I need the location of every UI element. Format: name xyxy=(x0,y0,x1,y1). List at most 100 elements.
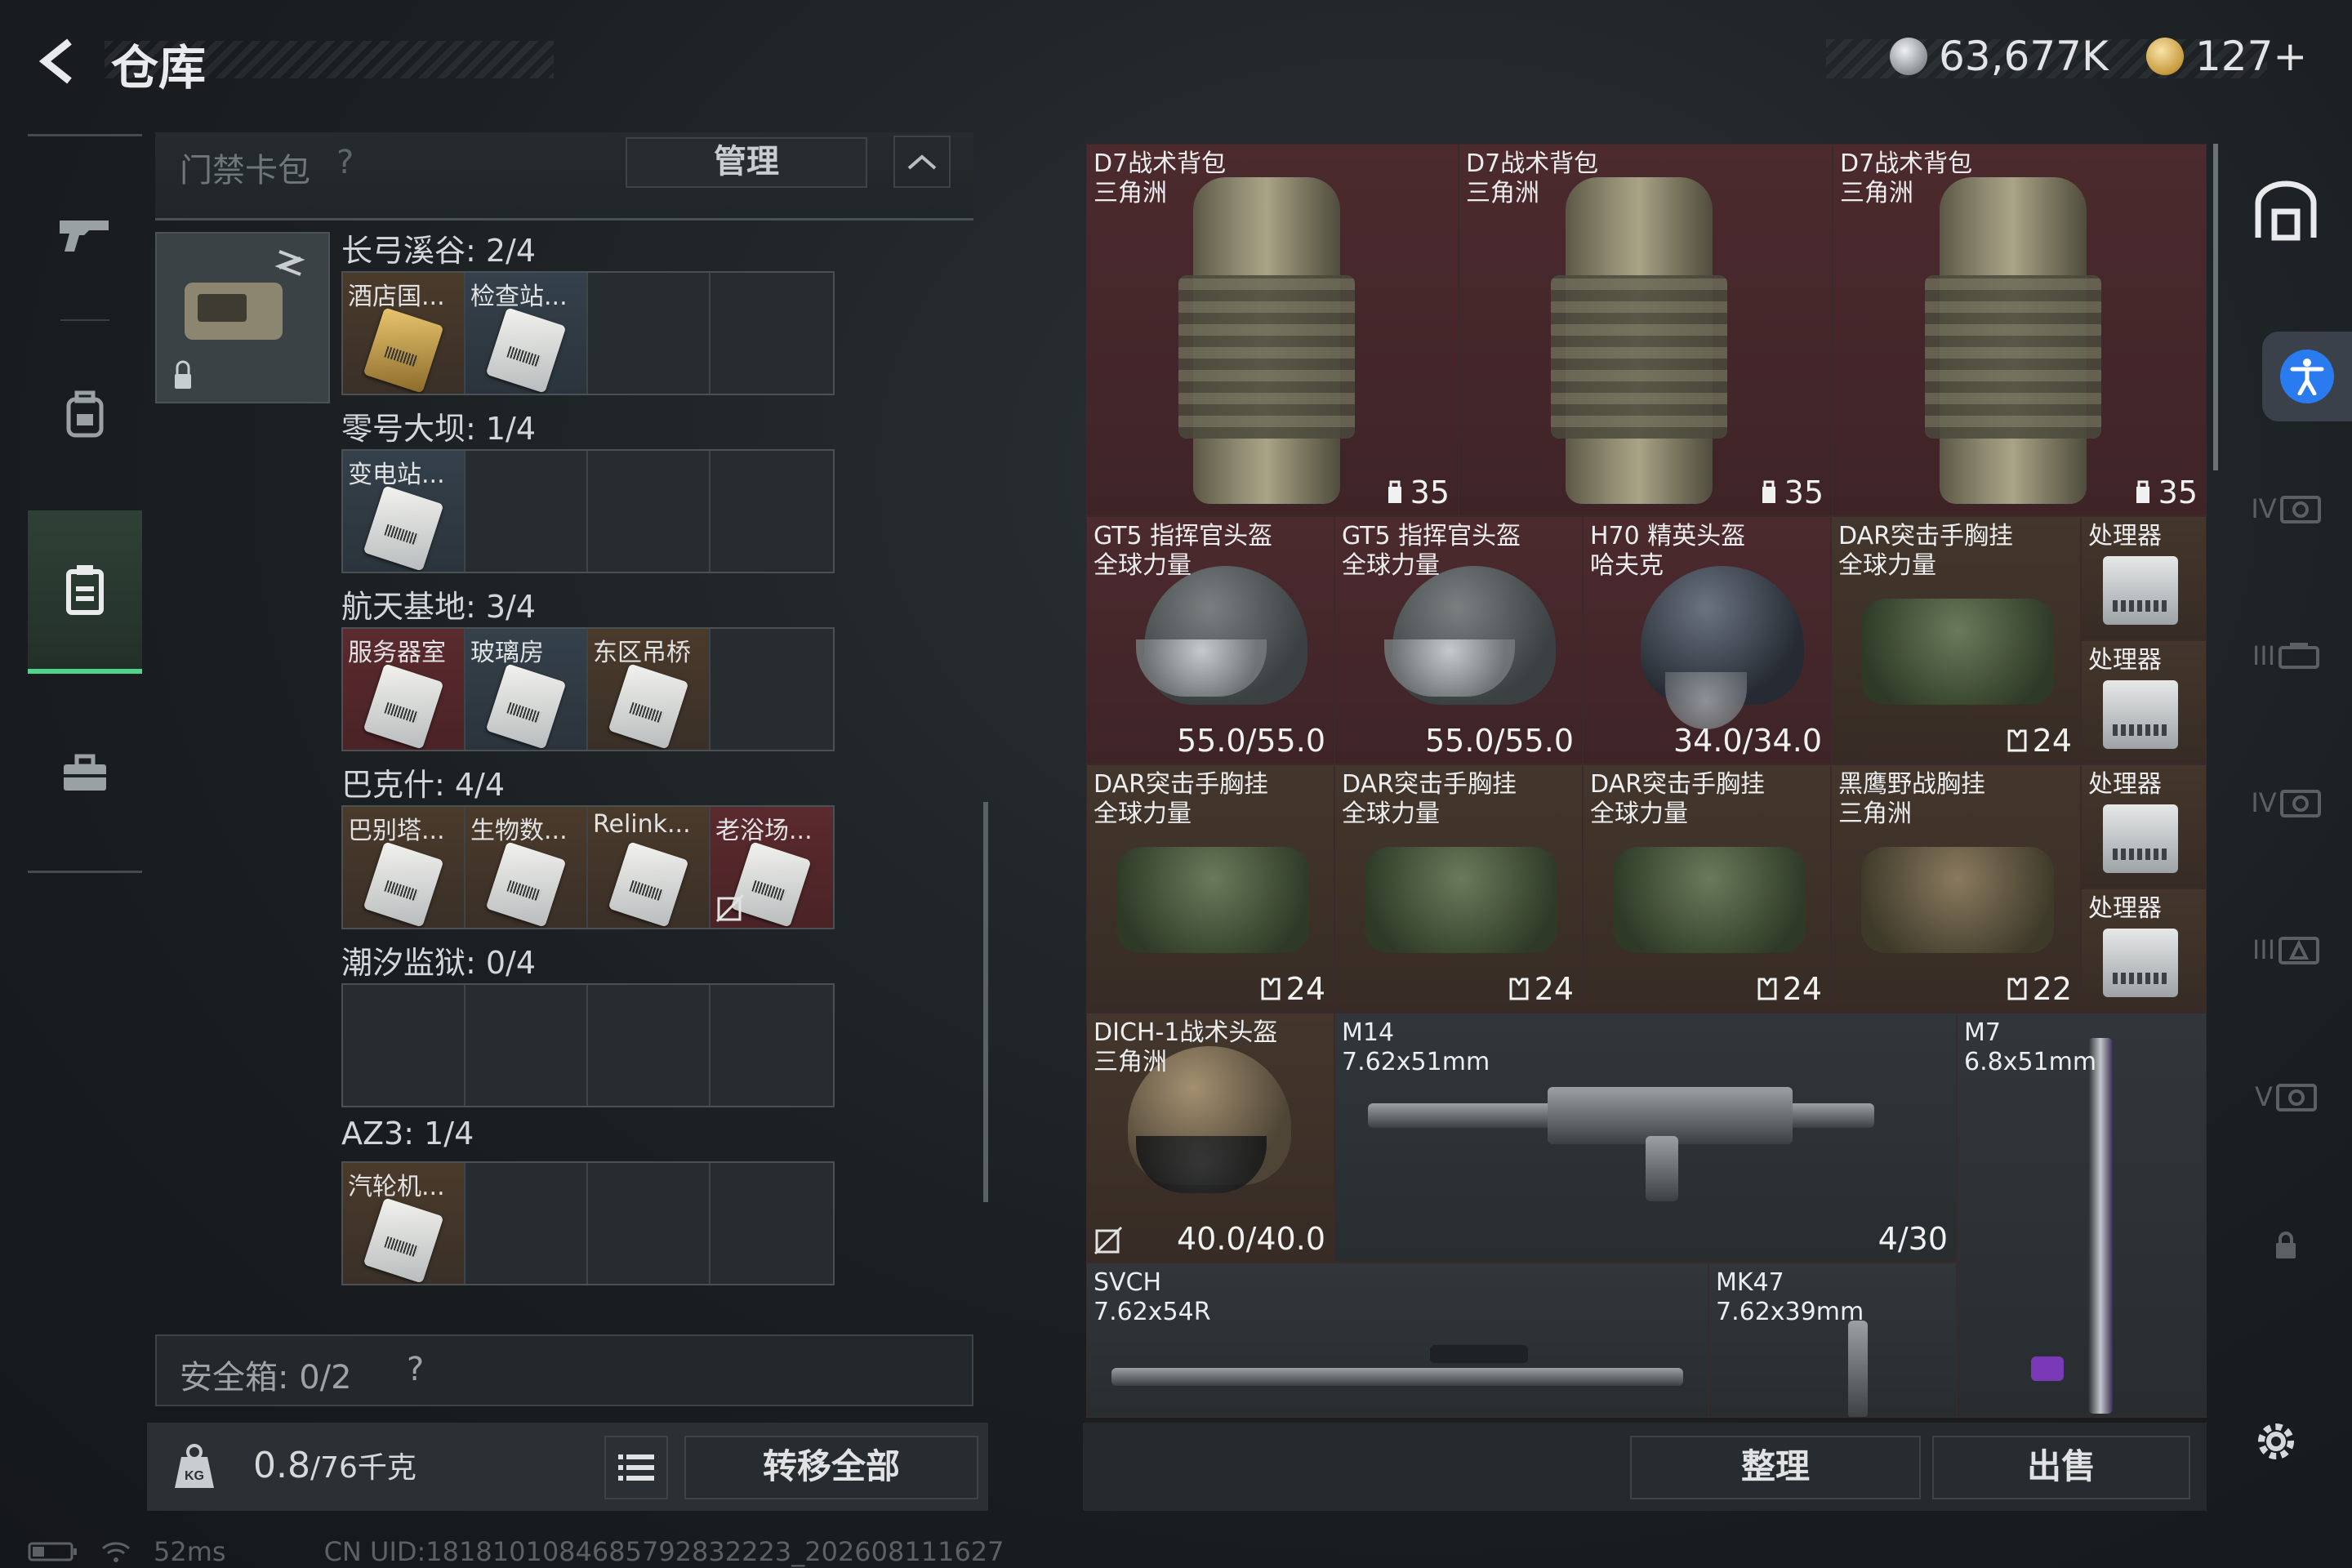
keycard-slot[interactable]: 巴别塔... xyxy=(343,807,466,928)
back-button[interactable] xyxy=(29,33,87,90)
item-helmet[interactable]: H70 精英头盔 哈夫克 34.0/34.0 xyxy=(1583,516,1831,764)
manage-button[interactable]: 管理 xyxy=(626,137,867,188)
card-bag-help-icon[interactable]: ? xyxy=(336,144,354,181)
keycard-slot[interactable]: 老浴场... xyxy=(710,807,833,928)
keycard-slot[interactable]: 生物数... xyxy=(466,807,588,928)
keycard-slot[interactable]: 汽轮机... xyxy=(343,1163,466,1284)
item-helmet[interactable]: GT5 指挥官头盔 全球力量 55.0/55.0 xyxy=(1086,516,1334,764)
safe-box-help-icon[interactable]: ? xyxy=(407,1351,424,1388)
item-capacity: 24 xyxy=(1508,971,1574,1007)
transfer-all-button[interactable]: 转移全部 xyxy=(684,1436,978,1499)
wifi-icon xyxy=(102,1542,130,1562)
keycard-slot[interactable]: 玻璃房 xyxy=(466,629,588,750)
vest-art xyxy=(1613,847,1806,953)
keycard-slot[interactable]: 变电站... xyxy=(343,451,466,572)
item-backpack[interactable]: D7战术背包 三角洲 35 xyxy=(1459,144,1833,516)
accessibility-button[interactable] xyxy=(2262,332,2352,421)
item-processor[interactable]: 处理器 xyxy=(2081,640,2207,764)
item-name: MK47 7.62x39mm xyxy=(1716,1268,1864,1326)
processor-art xyxy=(2103,929,2178,997)
tab-container-tier[interactable]: IV xyxy=(2241,758,2331,848)
keycard-image xyxy=(363,1197,444,1284)
item-processor[interactable]: 处理器 xyxy=(2081,889,2207,1013)
item-vest[interactable]: 黑鹰野战胸挂 三角洲 22 xyxy=(1831,764,2081,1013)
item-weapon[interactable]: MK47 7.62x39mm xyxy=(1708,1263,1957,1418)
keycard-slot-empty[interactable] xyxy=(588,1163,710,1284)
ping-text: 52ms xyxy=(154,1536,226,1567)
tab-container-tier[interactable]: III xyxy=(2241,905,2331,995)
nav-keycards[interactable] xyxy=(28,510,142,674)
item-capacity: 35 xyxy=(2132,474,2198,510)
keycard-slot[interactable]: 服务器室 xyxy=(343,629,466,750)
keycard-slot-empty[interactable] xyxy=(588,273,710,394)
nav-gear[interactable] xyxy=(28,332,142,496)
collapse-button[interactable] xyxy=(893,136,951,188)
keycard-slot-empty[interactable] xyxy=(710,985,833,1106)
tab-stash[interactable] xyxy=(2241,167,2331,256)
weight-bar: KG 0.8/76千克 转移全部 xyxy=(147,1423,988,1511)
keycard-slot-empty[interactable] xyxy=(710,273,833,394)
keycard-slot-empty[interactable] xyxy=(710,629,833,750)
keycard-slot-empty[interactable] xyxy=(710,1163,833,1284)
item-processor[interactable]: 处理器 xyxy=(2081,516,2207,640)
keycard-slot-empty[interactable] xyxy=(710,451,833,572)
rifle-barrel-art xyxy=(1111,1368,1683,1386)
keycard-scrollbar[interactable] xyxy=(983,802,988,1202)
item-vest[interactable]: DAR突击手胸挂 全球力量 24 xyxy=(1086,764,1334,1013)
tab-container-tier[interactable]: III xyxy=(2241,611,2331,701)
item-name: H70 精英头盔 哈夫克 xyxy=(1590,522,1746,580)
keycard-slot[interactable]: 酒店国... xyxy=(343,273,466,394)
keycard-slot[interactable]: Relink... xyxy=(588,807,710,928)
svg-text:KG: KG xyxy=(185,1469,204,1483)
currency-gold-value: 127+ xyxy=(2195,33,2308,80)
keycard-slot-row: 变电站... xyxy=(341,449,835,573)
item-weapon[interactable]: SVCH 7.62x54R xyxy=(1086,1263,1708,1418)
backpack-art xyxy=(1551,177,1727,504)
item-helmet[interactable]: DICH-1战术头盔 三角洲 40.0/40.0 xyxy=(1086,1013,1334,1263)
stash-scrollbar[interactable] xyxy=(2213,144,2218,470)
item-capacity: 24 xyxy=(2007,723,2072,759)
keycard-slot-row: 服务器室 玻璃房 东区吊桥 xyxy=(341,627,835,751)
keycard-slot[interactable]: 检查站... xyxy=(466,273,588,394)
tab-container-tier[interactable]: V xyxy=(2241,1052,2331,1142)
item-helmet[interactable]: GT5 指挥官头盔 全球力量 55.0/55.0 xyxy=(1334,516,1583,764)
weight-kg-icon: KG xyxy=(175,1444,214,1488)
keycard-slot-empty[interactable] xyxy=(466,985,588,1106)
weight-readout: 0.8/76千克 xyxy=(253,1444,416,1486)
item-vest[interactable]: DAR突击手胸挂 全球力量 24 xyxy=(1831,516,2081,764)
silver-coin-icon xyxy=(1890,38,1927,75)
item-vest[interactable]: DAR突击手胸挂 全球力量 24 xyxy=(1583,764,1831,1013)
keycard-slot[interactable]: 东区吊桥 xyxy=(588,629,710,750)
item-backpack[interactable]: D7战术背包 三角洲 35 xyxy=(1086,144,1459,516)
keycard-slot-empty[interactable] xyxy=(466,451,588,572)
locked-tab[interactable] xyxy=(2241,1200,2331,1290)
sell-button[interactable]: 出售 xyxy=(1932,1436,2190,1499)
keycard-slot-empty[interactable] xyxy=(588,451,710,572)
region-title: 长弓溪谷: 2/4 xyxy=(341,233,537,269)
sort-button[interactable]: 整理 xyxy=(1630,1436,1921,1499)
currency-gold[interactable]: 127+ xyxy=(2146,31,2307,82)
keycard-image xyxy=(608,841,689,928)
tab-container-tier[interactable]: IV xyxy=(2241,464,2331,554)
item-weapon[interactable]: M7 6.8x51mm xyxy=(1957,1013,2207,1418)
item-weapon[interactable]: M14 7.62x51mm 4/30 xyxy=(1334,1013,1957,1263)
item-vest[interactable]: DAR突击手胸挂 全球力量 24 xyxy=(1334,764,1583,1013)
item-name: GT5 指挥官头盔 全球力量 xyxy=(1342,522,1521,580)
settings-button[interactable] xyxy=(2247,1413,2305,1470)
card-holder-thumbnail[interactable] xyxy=(155,232,330,403)
keycard-slot-empty[interactable] xyxy=(466,1163,588,1284)
safe-box-bar[interactable]: 安全箱: 0/2 ? xyxy=(155,1334,973,1406)
list-view-button[interactable] xyxy=(604,1436,668,1499)
toolbox-icon xyxy=(64,754,106,791)
item-name: M7 6.8x51mm xyxy=(1964,1018,2097,1076)
keycard-slot-row xyxy=(341,983,835,1107)
keycard-slot-empty[interactable] xyxy=(343,985,466,1106)
item-backpack[interactable]: D7战术背包 三角洲 35 xyxy=(1833,144,2207,516)
region-title: 零号大坝: 1/4 xyxy=(341,411,537,447)
card-holder-image xyxy=(175,250,305,389)
gun-icon xyxy=(60,220,109,252)
nav-toolbox[interactable] xyxy=(28,692,142,855)
keycard-slot-empty[interactable] xyxy=(588,985,710,1106)
item-processor[interactable]: 处理器 xyxy=(2081,764,2207,889)
nav-weapons[interactable] xyxy=(28,153,142,316)
